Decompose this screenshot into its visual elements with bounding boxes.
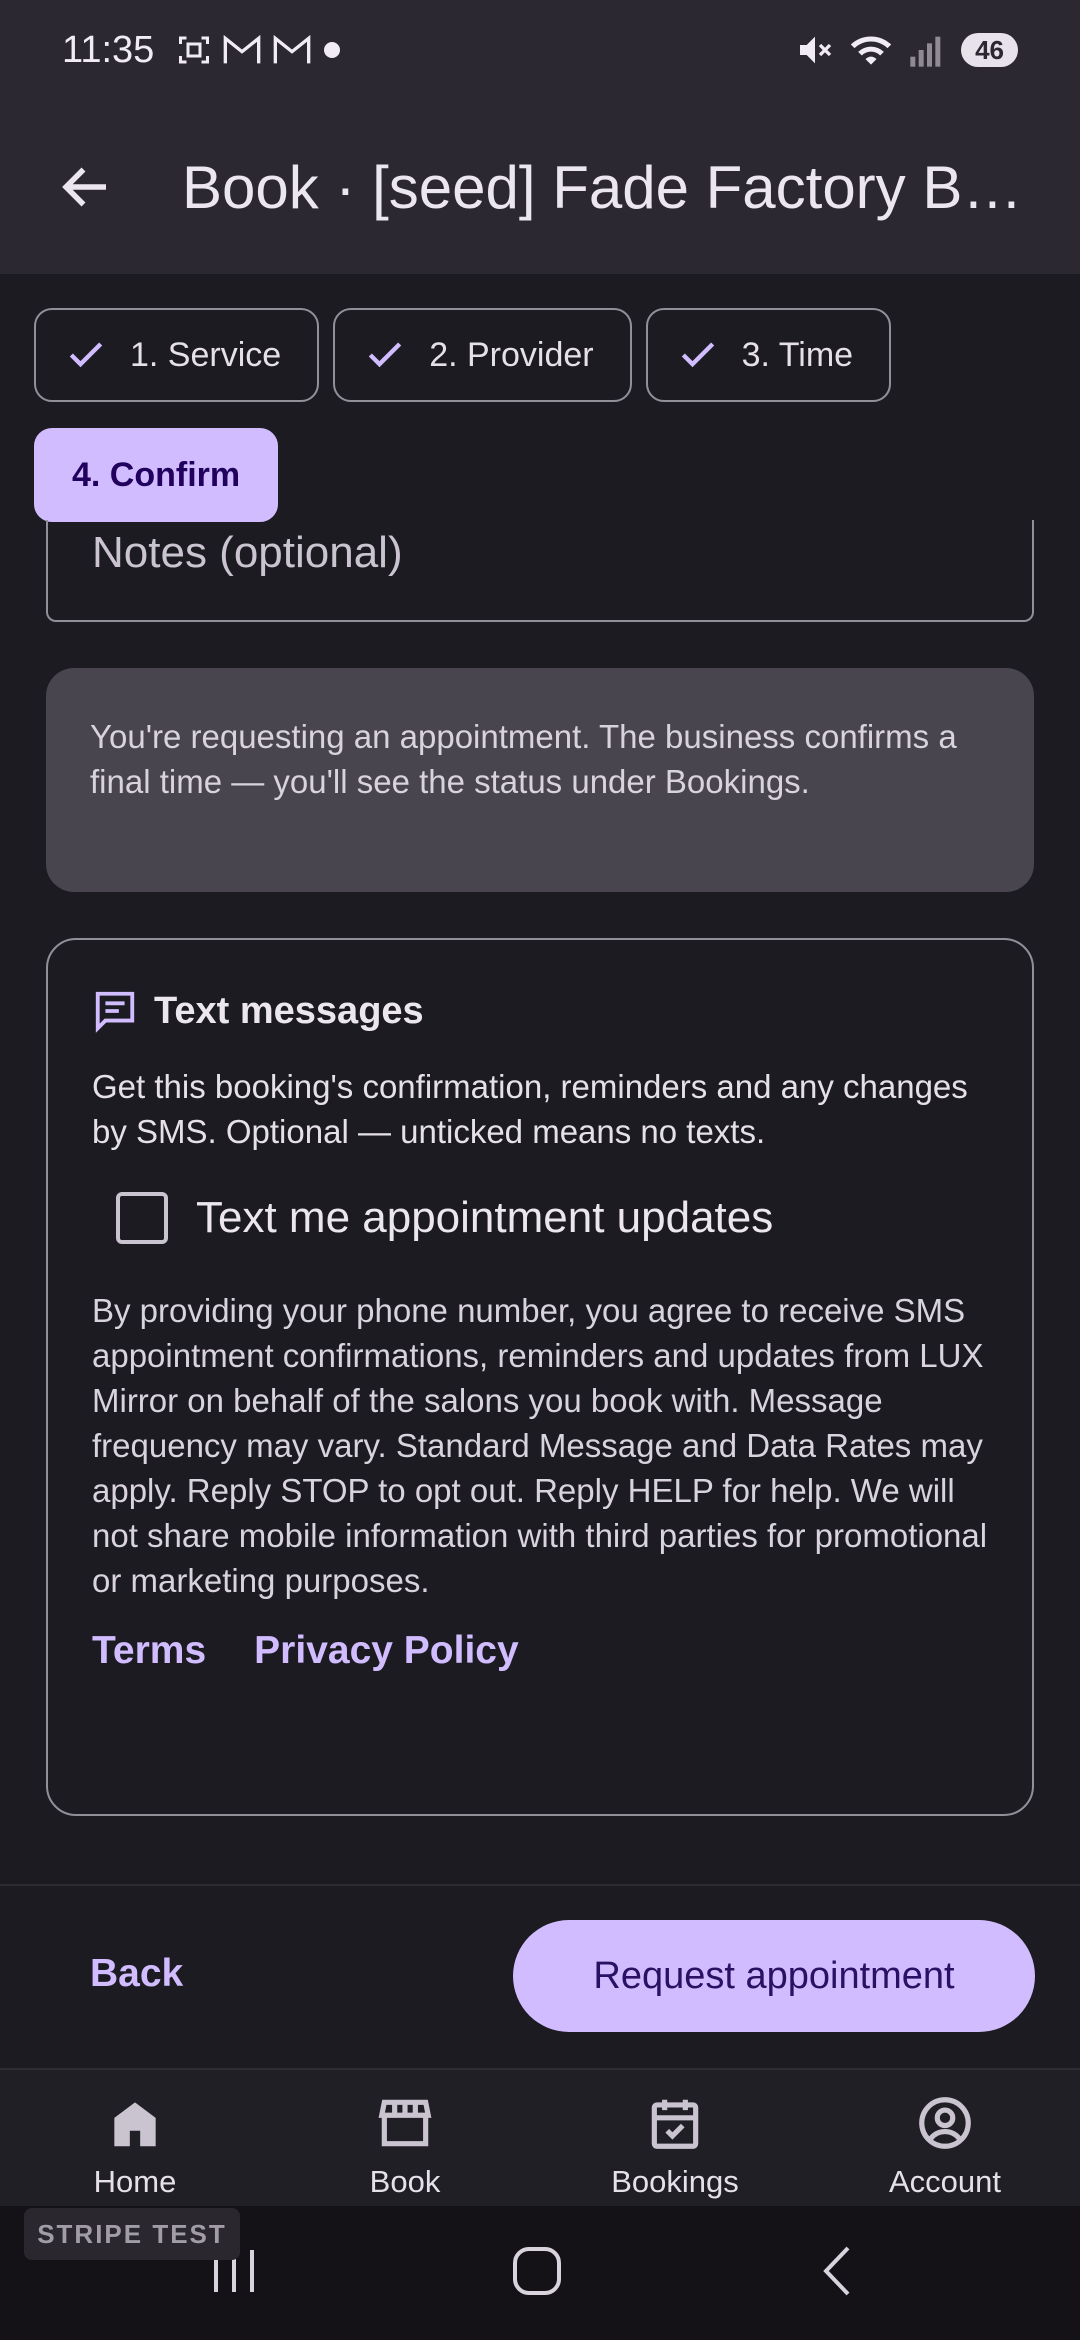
mute-icon [800,36,832,64]
info-text: You're requesting an appointment. The bu… [90,718,957,800]
step-label: 2. Provider [429,335,594,374]
account-circle-icon [919,2097,971,2149]
check-icon [681,342,714,368]
step-chip-service[interactable]: 1. Service [34,308,320,402]
stripe-test-badge: STRIPE TEST [24,2208,240,2260]
step-chips: 1. Service 2. Provider 3. Time 4. Confir… [34,308,1046,548]
battery-indicator: 46 [961,33,1018,67]
step-chip-provider[interactable]: 2. Provider [333,308,632,402]
home-icon [114,2102,156,2147]
home-button-icon[interactable] [510,2244,564,2298]
nav-label: Home [93,2164,177,2199]
calendar-check-icon [651,2099,699,2149]
sms-opt-in-checkbox[interactable] [116,1192,168,1244]
action-row: Back Request appointment [0,1886,1080,2066]
status-bar: 11:35 46 [0,0,1080,100]
step-label: 4. Confirm [72,455,241,494]
app-bar: Book · [seed] Fade Factory Bar... [0,100,1080,274]
screenshot-icon [179,36,210,64]
step-chip-time[interactable]: 3. Time [645,308,892,402]
request-appointment-button[interactable]: Request appointment [513,1920,1035,2032]
back-button[interactable]: Back [90,1952,183,1996]
wifi-icon [850,36,892,65]
status-time: 11:35 [62,28,155,71]
check-icon [69,342,103,368]
message-icon [95,991,135,1033]
sms-consent-card: Text messages Get this booking's confirm… [46,938,1034,1816]
step-label: 1. Service [130,335,282,374]
sms-description: Get this booking's confirmation, reminde… [92,1068,968,1150]
signal-icon [910,36,941,67]
nav-label: Account [888,2164,1001,2199]
bottom-nav: Home Book Bookings Account [0,2068,1080,2206]
nav-label: Book [369,2164,441,2199]
check-icon [368,342,402,368]
system-back-icon[interactable] [818,2244,858,2298]
sms-title: Text messages [154,989,424,1032]
page-title: Book · [seed] Fade Factory Bar... [182,153,1052,221]
back-arrow-icon[interactable] [56,157,116,217]
storefront-icon [378,2099,432,2147]
privacy-policy-link[interactable]: Privacy Policy [254,1629,519,1673]
dot-icon [324,42,341,58]
request-appointment-label: Request appointment [593,1954,955,1997]
nav-item-home[interactable]: Home [0,2070,270,2206]
notes-placeholder: Notes (optional) [92,528,403,577]
nav-item-account[interactable]: Account [810,2070,1080,2206]
notes-field[interactable]: Notes (optional) [46,520,1034,622]
nav-item-bookings[interactable]: Bookings [540,2070,810,2206]
gmail-icon [223,34,261,64]
sms-legal-text: By providing your phone number, you agre… [92,1292,988,1599]
step-chip-confirm[interactable]: 4. Confirm [34,428,279,522]
terms-link[interactable]: Terms [92,1629,206,1673]
sms-opt-in-label[interactable]: Text me appointment updates [196,1193,773,1243]
nav-item-book[interactable]: Book [270,2070,540,2206]
step-label: 3. Time [741,335,854,374]
sms-opt-in-row[interactable]: Text me appointment updates [116,1192,988,1244]
gmail-icon [273,34,311,64]
nav-label: Bookings [611,2164,739,2199]
info-banner: You're requesting an appointment. The bu… [46,668,1034,892]
